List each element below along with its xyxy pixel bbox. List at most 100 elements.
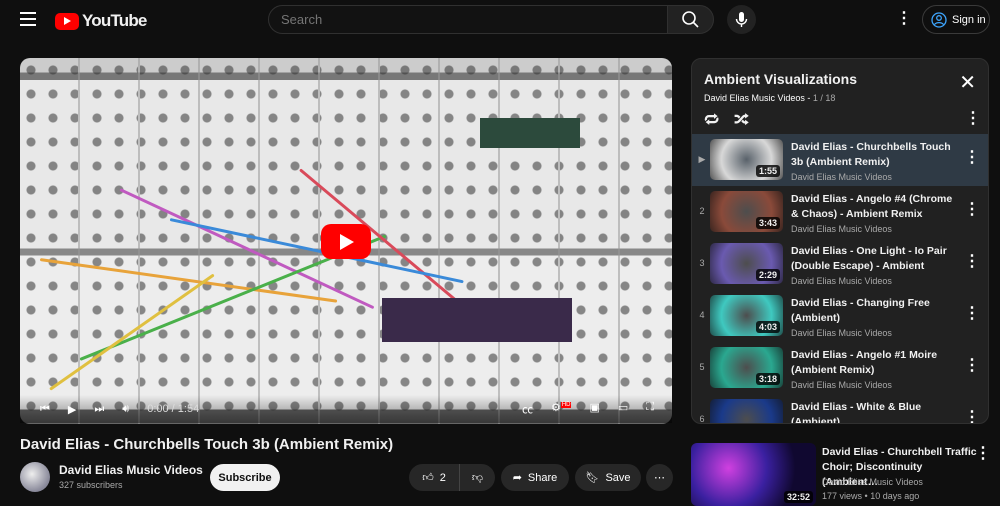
close-playlist-icon[interactable]: ✕ xyxy=(959,73,976,93)
playlist-panel: Ambient Visualizations David Elias Music… xyxy=(691,58,989,424)
playlist-item-channel: David Elias Music Videos xyxy=(791,328,892,338)
thumbs-down-icon: 👎︎ xyxy=(471,472,484,484)
item-more-icon[interactable]: ⋮ xyxy=(964,306,980,322)
playlist-position: 1 / 18 xyxy=(812,93,836,103)
fullscreen-icon[interactable]: ⛶ xyxy=(646,401,654,417)
playlist-thumbnail[interactable]: 4:03 xyxy=(710,295,783,336)
playlist-thumbnail[interactable]: 2:29 xyxy=(710,243,783,284)
sign-in-button[interactable]: Sign in xyxy=(922,5,990,34)
playlist-thumbnail[interactable]: 3:18 xyxy=(710,347,783,388)
view-count: 177 views xyxy=(822,491,863,501)
play-icon[interactable]: ▶ xyxy=(68,403,76,416)
microphone-icon xyxy=(735,12,748,27)
dislike-button[interactable]: 👎︎ xyxy=(459,464,495,491)
share-icon: ➦ xyxy=(512,472,522,484)
playlist-item[interactable]: 5 3:18 David Elias - Angelo #1 Moire (Am… xyxy=(692,342,988,394)
play-button[interactable] xyxy=(321,224,371,259)
playlist-item-channel: David Elias Music Videos xyxy=(791,276,892,286)
item-more-icon[interactable]: ⋮ xyxy=(964,150,980,166)
playlist-thumbnail[interactable]: 1:55 xyxy=(710,139,783,180)
time-display: 0:00 / 1:54 xyxy=(147,403,200,415)
volume-icon[interactable]: 🔊︎ xyxy=(122,403,129,416)
playlist-thumbnail[interactable] xyxy=(710,399,783,423)
miniplayer-icon[interactable]: ▣ xyxy=(589,401,599,417)
captions-icon[interactable]: ㏄ xyxy=(522,401,533,417)
playlist-owner[interactable]: David Elias Music Videos xyxy=(704,93,805,103)
playlist-item[interactable]: 2 3:43 David Elias - Angelo #4 (Chrome &… xyxy=(692,186,988,238)
save-label: Save xyxy=(605,471,631,484)
playlist-item-title[interactable]: David Elias - Angelo #4 (Chrome & Chaos)… xyxy=(791,192,961,222)
item-more-icon[interactable]: ⋮ xyxy=(964,358,980,374)
playlist-thumbnail[interactable]: 3:43 xyxy=(710,191,783,232)
playlist-index: ▶ xyxy=(698,154,706,164)
playlist-index: 2 xyxy=(699,206,705,216)
playlist-item-title[interactable]: David Elias - Churchbells Touch 3b (Ambi… xyxy=(791,140,961,170)
settings-more-icon[interactable]: ⋮ xyxy=(896,11,912,27)
upload-age: 10 days ago xyxy=(870,491,920,501)
playlist-item-title[interactable]: David Elias - White & Blue (Ambient) xyxy=(791,400,961,423)
recommended-meta: 177 views • 10 days ago xyxy=(822,491,920,501)
channel-avatar[interactable] xyxy=(20,462,50,492)
player-controls: ⏮ ▶ ⏭ 🔊︎ 0:00 / 1:54 ㏄ ⚙HD ▣ ▭ ⛶ xyxy=(20,395,672,423)
account-icon xyxy=(931,11,947,28)
playlist-item[interactable]: 3 2:29 David Elias - One Light - Io Pair… xyxy=(692,238,988,290)
next-icon[interactable]: ⏭ xyxy=(94,403,104,416)
playlist-item-channel: David Elias Music Videos xyxy=(791,224,892,234)
duration-badge: 3:18 xyxy=(755,373,780,385)
item-more-icon[interactable]: ⋮ xyxy=(964,202,980,218)
playlist-title[interactable]: Ambient Visualizations xyxy=(704,71,857,87)
subscriber-count: 327 subscribers xyxy=(59,480,123,490)
playlist-more-icon[interactable]: ⋮ xyxy=(965,111,981,127)
playlist-index: 6 xyxy=(699,414,705,424)
settings-gear-icon[interactable]: ⚙HD xyxy=(551,401,572,417)
waveform-display xyxy=(382,298,572,342)
search-icon xyxy=(682,11,699,28)
logo-text: YouTube xyxy=(82,11,147,30)
shuffle-icon[interactable]: 🔀︎ xyxy=(734,109,749,131)
bookmark-icon: 🔖︎ xyxy=(585,472,600,484)
recommended-channel[interactable]: David Elias Music Videos xyxy=(822,477,923,487)
theater-mode-icon[interactable]: ▭ xyxy=(618,401,628,417)
search-button[interactable] xyxy=(667,5,714,34)
menu-icon[interactable] xyxy=(20,12,36,26)
duration-badge: 4:03 xyxy=(755,321,780,333)
voice-search-button[interactable] xyxy=(727,5,756,34)
previous-icon[interactable]: ⏮ xyxy=(40,403,50,416)
playlist-index: 3 xyxy=(699,258,705,268)
playlist-index: 4 xyxy=(699,310,705,320)
channel-name[interactable]: David Elias Music Videos xyxy=(59,463,203,477)
save-button[interactable]: 🔖︎ Save xyxy=(575,464,641,491)
playlist-item-title[interactable]: David Elias - Angelo #1 Moire (Ambient R… xyxy=(791,348,961,378)
playlist-item-channel: David Elias Music Videos xyxy=(791,172,892,182)
like-count: 2 xyxy=(439,471,446,484)
hd-badge: HD xyxy=(560,402,572,409)
scope-display xyxy=(480,118,580,148)
subscribe-button[interactable]: Subscribe xyxy=(210,464,280,491)
recommended-more-icon[interactable]: ⋮ xyxy=(975,446,991,462)
item-more-icon[interactable]: ⋮ xyxy=(964,254,980,270)
playlist-item[interactable]: ▶ 1:55 David Elias - Churchbells Touch 3… xyxy=(692,134,988,186)
youtube-logo[interactable]: YouTube xyxy=(55,11,147,31)
share-label: Share xyxy=(527,471,558,484)
recommended-thumbnail[interactable]: 32:52 xyxy=(691,443,816,506)
duration-badge: 1:55 xyxy=(755,165,780,177)
duration-badge: 2:29 xyxy=(755,269,780,281)
playlist-item-title[interactable]: David Elias - Changing Free (Ambient) xyxy=(791,296,961,326)
loop-icon[interactable]: 🔁︎ xyxy=(704,109,719,131)
like-button[interactable]: 👍︎ 2 xyxy=(409,464,459,491)
youtube-play-icon xyxy=(55,12,79,30)
playlist-item[interactable]: 4 4:03 David Elias - Changing Free (Ambi… xyxy=(692,290,988,342)
playlist-subtitle: David Elias Music Videos - 1 / 18 xyxy=(704,93,836,103)
playlist-item-channel: David Elias Music Videos xyxy=(791,380,892,390)
video-title: David Elias - Churchbells Touch 3b (Ambi… xyxy=(20,436,394,453)
playlist-index: 5 xyxy=(699,362,705,372)
search-input[interactable] xyxy=(268,5,668,34)
more-actions-button[interactable]: ⋯ xyxy=(646,464,673,491)
playlist-item[interactable]: 6 David Elias - White & Blue (Ambient) D… xyxy=(692,394,988,424)
thumbs-up-icon: 👍︎ xyxy=(422,472,434,484)
item-more-icon[interactable]: ⋮ xyxy=(964,410,980,424)
sign-in-label: Sign in xyxy=(952,13,986,26)
header: YouTube ⋮ Sign in xyxy=(0,0,1000,40)
share-button[interactable]: ➦ Share xyxy=(501,464,569,491)
playlist-item-title[interactable]: David Elias - One Light - Io Pair (Doubl… xyxy=(791,244,961,274)
